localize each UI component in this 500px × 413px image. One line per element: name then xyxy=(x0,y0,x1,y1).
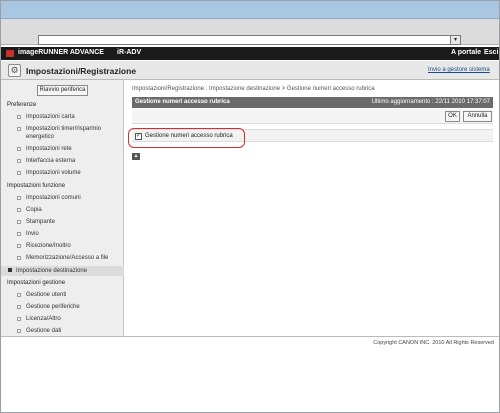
expand-icon[interactable]: ▲ xyxy=(132,153,140,160)
bullet-icon xyxy=(17,127,21,131)
portal-link[interactable]: A portale xyxy=(451,49,481,56)
bullet-icon xyxy=(17,171,21,175)
sidebar-item-data-management[interactable]: Gestione dati xyxy=(1,327,124,335)
sidebar-section-function-settings: Impostazioni funzione xyxy=(7,183,66,189)
sidebar-item-copy[interactable]: Copia xyxy=(1,206,124,214)
bullet-icon xyxy=(17,115,21,119)
sidebar: Riavvio periferica Preferenze Impostazio… xyxy=(1,80,124,336)
bullet-icon xyxy=(17,329,21,333)
sidebar-item-external-interface[interactable]: Interfaccia esterna xyxy=(1,157,124,165)
ok-button[interactable]: OK xyxy=(445,111,460,122)
sidebar-item-destination-settings[interactable]: Impostazione destinazione xyxy=(1,266,124,276)
panel-title: Gestione numeri accesso rubrica xyxy=(135,99,230,105)
sidebar-item-network-settings[interactable]: Impostazioni rete xyxy=(1,145,124,153)
breadcrumb: Impostazioni/Registrazione : Impostazion… xyxy=(132,86,375,92)
canon-logo-icon xyxy=(6,50,14,57)
exit-link[interactable]: Esci xyxy=(484,49,498,56)
cancel-button[interactable]: Annulla xyxy=(463,111,492,122)
panel-header: Gestione numeri accesso rubrica Ultimo a… xyxy=(132,97,493,108)
bullet-icon xyxy=(17,293,21,297)
settings-icon: ⚙ xyxy=(8,64,21,77)
highlight-annotation xyxy=(128,128,245,148)
bullet-icon xyxy=(17,256,21,260)
browser-title-bar xyxy=(1,1,499,19)
sidebar-item-user-management[interactable]: Gestione utenti xyxy=(1,291,124,299)
browser-window: ▾ imageRUNNER ADVANCE iR-ADV A portale E… xyxy=(0,0,500,413)
main-content: Impostazioni/Registrazione : Impostazion… xyxy=(125,80,499,336)
sidebar-item-send[interactable]: Invio xyxy=(1,230,124,238)
sidebar-section-management-settings: Impostazioni gestione xyxy=(7,280,66,286)
send-to-system-manager-link[interactable]: Invio a gestore sistema xyxy=(428,67,490,73)
copyright-text: Copyright CANON INC. 2010 All Rights Res… xyxy=(373,340,494,346)
bullet-icon xyxy=(17,305,21,309)
bullet-icon xyxy=(17,196,21,200)
button-row: OK Annulla xyxy=(132,109,493,124)
bullet-icon xyxy=(17,232,21,236)
last-update-text: Ultimo aggiornamento : 22/11 2010 17:37:… xyxy=(371,99,490,105)
sidebar-item-timer-settings[interactable]: Impostazioni timer/risparmio energetico xyxy=(1,125,124,141)
model-name: iR-ADV xyxy=(117,49,142,56)
address-bar[interactable] xyxy=(38,35,461,45)
sidebar-item-common-settings[interactable]: Impostazioni comuni xyxy=(1,194,124,202)
bullet-icon xyxy=(17,244,21,248)
sidebar-item-printer[interactable]: Stampante xyxy=(1,218,124,226)
sidebar-item-store-access-files[interactable]: Memorizzazione/Accesso a file xyxy=(1,254,124,262)
footer: Copyright CANON INC. 2010 All Rights Res… xyxy=(1,336,499,348)
bullet-icon xyxy=(17,208,21,212)
sidebar-item-volume-settings[interactable]: Impostazioni volume xyxy=(1,169,124,177)
sidebar-item-device-management[interactable]: Gestione periferiche xyxy=(1,303,124,311)
page-header: ⚙ Impostazioni/Registrazione Invio a ges… xyxy=(1,61,499,80)
bullet-icon xyxy=(8,268,12,272)
sidebar-item-license-other[interactable]: Licenza/Altro xyxy=(1,315,124,323)
sidebar-section-preferences: Preferenze xyxy=(7,102,37,108)
bullet-icon xyxy=(17,159,21,163)
sidebar-item-paper-settings[interactable]: Impostazioni carta xyxy=(1,113,124,121)
page-blank-area xyxy=(1,348,499,412)
bullet-icon xyxy=(17,147,21,151)
browser-toolbar: ▾ xyxy=(1,19,499,45)
bullet-icon xyxy=(17,220,21,224)
sidebar-item-receive-forward[interactable]: Ricezione/Inoltro xyxy=(1,242,124,250)
page-title: Impostazioni/Registrazione xyxy=(26,66,137,76)
chevron-down-icon[interactable]: ▾ xyxy=(450,35,461,45)
restart-device-button[interactable]: Riavvio periferica xyxy=(37,85,88,96)
brand-bar: imageRUNNER ADVANCE iR-ADV A portale Esc… xyxy=(1,47,499,60)
product-name: imageRUNNER ADVANCE xyxy=(18,49,104,56)
bullet-icon xyxy=(17,317,21,321)
